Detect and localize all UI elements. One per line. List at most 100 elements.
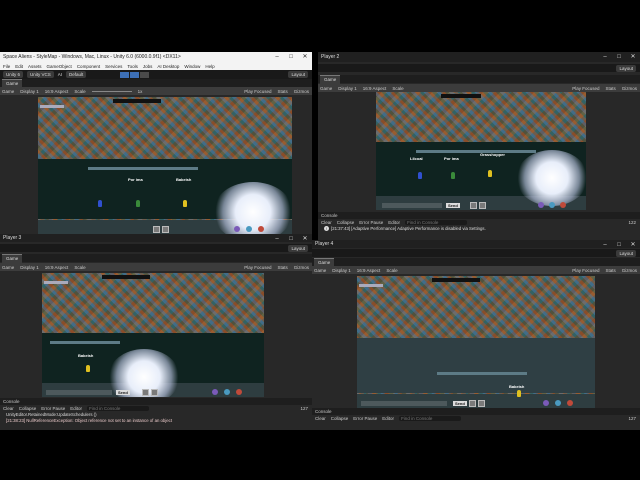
stats-toggle[interactable]: Stats bbox=[277, 89, 287, 94]
player3-game-view[interactable]: Bakeish Send bbox=[42, 273, 264, 397]
step-button[interactable] bbox=[140, 71, 150, 78]
ability-orb[interactable] bbox=[555, 400, 561, 406]
clear-button[interactable]: Clear bbox=[321, 220, 332, 225]
main-game-view[interactable]: Por ima Bakeish bbox=[38, 97, 292, 234]
ability-orb[interactable] bbox=[258, 226, 264, 232]
menu-component[interactable]: Component bbox=[77, 64, 100, 69]
build-profile-dropdown[interactable]: Default bbox=[66, 71, 87, 78]
gizmos-toggle[interactable]: Gizmos bbox=[294, 89, 309, 94]
console-search-input[interactable]: Find in Console bbox=[87, 406, 150, 411]
inventory-slot[interactable] bbox=[162, 226, 169, 233]
play-button[interactable] bbox=[120, 71, 130, 78]
display-dropdown[interactable]: Display 1 bbox=[332, 268, 351, 273]
player2-game-view[interactable]: Lilcoal Por ima Grasshopper Send bbox=[376, 92, 586, 210]
close-icon[interactable]: ✕ bbox=[298, 234, 312, 242]
stats-toggle[interactable]: Stats bbox=[605, 268, 615, 273]
vcs-button[interactable]: Unity VCS bbox=[27, 71, 54, 78]
tab-game[interactable]: Game bbox=[2, 253, 23, 263]
ability-orb[interactable] bbox=[246, 226, 252, 232]
chat-input[interactable] bbox=[382, 203, 442, 208]
inventory-slot[interactable] bbox=[469, 400, 476, 407]
close-icon[interactable]: ✕ bbox=[626, 240, 640, 248]
maximize-icon[interactable]: □ bbox=[284, 52, 298, 62]
console-log-line[interactable]: ! [21:37:43] [Adaptive Performance] Adapt… bbox=[318, 226, 640, 232]
aspect-dropdown[interactable]: 16:9 Aspect bbox=[357, 268, 381, 273]
console-error-line[interactable]: [21:38:23] NullReferenceException: Objec… bbox=[0, 418, 312, 424]
menu-file[interactable]: File bbox=[3, 64, 10, 69]
play-focused-dropdown[interactable]: Play Focused bbox=[244, 265, 271, 270]
close-icon[interactable]: ✕ bbox=[626, 52, 640, 62]
collapse-button[interactable]: Collapse bbox=[331, 416, 349, 421]
send-button[interactable]: Send bbox=[453, 401, 467, 406]
inventory-slot[interactable] bbox=[478, 400, 485, 407]
layout-dropdown[interactable]: Layout bbox=[288, 71, 308, 78]
send-button[interactable]: Send bbox=[116, 390, 130, 395]
menu-assets[interactable]: Assets bbox=[28, 64, 42, 69]
ability-orb[interactable] bbox=[236, 389, 242, 395]
ability-orb[interactable] bbox=[212, 389, 218, 395]
stats-toggle[interactable]: Stats bbox=[605, 86, 615, 91]
minimize-icon[interactable]: – bbox=[598, 52, 612, 62]
error-pause-button[interactable]: Error Pause bbox=[353, 416, 377, 421]
play-focused-dropdown[interactable]: Play Focused bbox=[244, 89, 271, 94]
menu-edit[interactable]: Edit bbox=[15, 64, 23, 69]
player3-titlebar[interactable]: Player 3 – □ ✕ bbox=[0, 234, 312, 242]
game-mode-dropdown[interactable]: Game bbox=[2, 265, 14, 270]
menu-window[interactable]: Window bbox=[184, 64, 200, 69]
game-mode-dropdown[interactable]: Game bbox=[320, 86, 332, 91]
error-pause-button[interactable]: Error Pause bbox=[359, 220, 383, 225]
clear-button[interactable]: Clear bbox=[315, 416, 326, 421]
console-tab[interactable]: Console bbox=[0, 398, 312, 405]
inventory-slot[interactable] bbox=[470, 202, 477, 209]
minimize-icon[interactable]: – bbox=[270, 52, 284, 62]
maximize-icon[interactable]: □ bbox=[284, 234, 298, 242]
ability-orb[interactable] bbox=[234, 226, 240, 232]
console-search-input[interactable]: Find in Console bbox=[405, 220, 468, 225]
collapse-button[interactable]: Collapse bbox=[337, 220, 355, 225]
console-tab[interactable]: Console bbox=[312, 408, 640, 415]
aspect-dropdown[interactable]: 16:9 Aspect bbox=[363, 86, 387, 91]
inventory-slot[interactable] bbox=[479, 202, 486, 209]
menu-gameobject[interactable]: GameObject bbox=[47, 64, 72, 69]
main-titlebar[interactable]: Space Aliens - StyleMap - Windows, Mac, … bbox=[0, 52, 312, 62]
ability-orb[interactable] bbox=[567, 400, 573, 406]
display-dropdown[interactable]: Display 1 bbox=[338, 86, 357, 91]
minimize-icon[interactable]: – bbox=[270, 234, 284, 242]
menu-services[interactable]: Services bbox=[105, 64, 122, 69]
layout-dropdown[interactable]: Layout bbox=[616, 249, 636, 257]
ability-orb[interactable] bbox=[549, 202, 555, 208]
menu-jobs[interactable]: Jobs bbox=[143, 64, 153, 69]
inventory-slot[interactable] bbox=[153, 226, 160, 233]
scale-slider[interactable] bbox=[91, 90, 132, 92]
display-dropdown[interactable]: Display 1 bbox=[20, 89, 39, 94]
ability-orb[interactable] bbox=[538, 202, 544, 208]
stats-toggle[interactable]: Stats bbox=[277, 265, 287, 270]
player4-titlebar[interactable]: Player 4 – □ ✕ bbox=[312, 240, 640, 248]
inventory-slot[interactable] bbox=[142, 389, 149, 396]
menu-help[interactable]: Help bbox=[205, 64, 214, 69]
tab-game[interactable]: Game bbox=[320, 74, 341, 84]
player2-titlebar[interactable]: Player 2 – □ ✕ bbox=[318, 52, 640, 62]
close-icon[interactable]: ✕ bbox=[298, 52, 312, 62]
gizmos-toggle[interactable]: Gizmos bbox=[622, 86, 637, 91]
ability-orb[interactable] bbox=[543, 400, 549, 406]
editor-dropdown[interactable]: Editor bbox=[388, 220, 400, 225]
console-search-input[interactable]: Find in Console bbox=[399, 416, 462, 421]
menu-tools[interactable]: Tools bbox=[127, 64, 138, 69]
maximize-icon[interactable]: □ bbox=[612, 52, 626, 62]
minimize-icon[interactable]: – bbox=[598, 240, 612, 248]
menu-ai-desktop[interactable]: AI Desktop bbox=[157, 64, 179, 69]
editor-dropdown[interactable]: Editor bbox=[382, 416, 394, 421]
play-focused-dropdown[interactable]: Play Focused bbox=[572, 86, 599, 91]
ai-button[interactable]: AI bbox=[58, 72, 62, 77]
layout-dropdown[interactable]: Layout bbox=[288, 244, 308, 252]
game-mode-dropdown[interactable]: Game bbox=[314, 268, 326, 273]
chat-input[interactable] bbox=[361, 401, 447, 406]
inventory-slot[interactable] bbox=[151, 389, 158, 396]
game-mode-dropdown[interactable]: Game bbox=[2, 89, 14, 94]
aspect-dropdown[interactable]: 16:9 Aspect bbox=[45, 89, 69, 94]
display-dropdown[interactable]: Display 1 bbox=[20, 265, 39, 270]
play-focused-dropdown[interactable]: Play Focused bbox=[572, 268, 599, 273]
send-button[interactable]: Send bbox=[446, 203, 460, 208]
maximize-icon[interactable]: □ bbox=[612, 240, 626, 248]
